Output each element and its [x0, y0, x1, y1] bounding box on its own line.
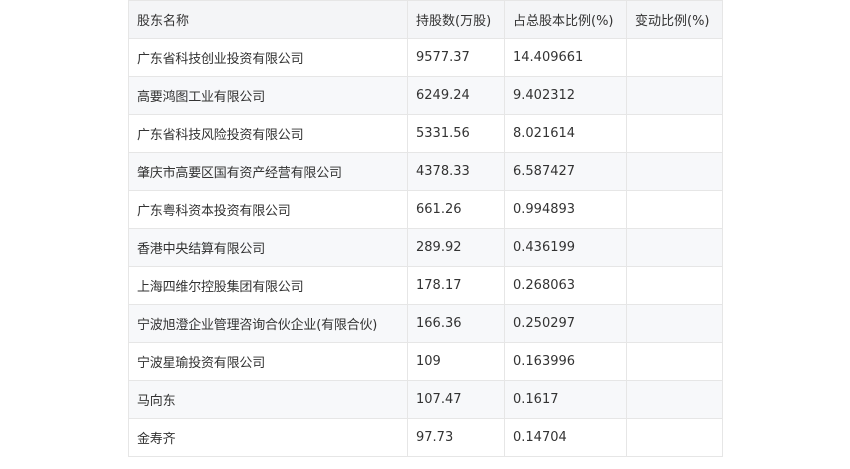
- table-row: 广东省科技创业投资有限公司 9577.37 14.409661: [128, 38, 723, 77]
- cell-share-ratio: 9.402312: [504, 76, 627, 115]
- cell-shareholder-name: 上海四维尔控股集团有限公司: [128, 266, 408, 305]
- cell-shares: 289.92: [407, 228, 505, 267]
- cell-share-ratio: 14.409661: [504, 38, 627, 77]
- cell-change-ratio: [626, 152, 723, 191]
- cell-share-ratio: 0.1617: [504, 380, 627, 419]
- header-share-ratio: 占总股本比例(%): [504, 0, 627, 39]
- header-shareholder-name: 股东名称: [128, 0, 408, 39]
- cell-shareholder-name: 广东省科技创业投资有限公司: [128, 38, 408, 77]
- header-change-ratio: 变动比例(%): [626, 0, 723, 39]
- cell-shares: 97.73: [407, 418, 505, 457]
- cell-shareholder-name: 马向东: [128, 380, 408, 419]
- cell-shares: 4378.33: [407, 152, 505, 191]
- table-row: 马向东 107.47 0.1617: [128, 380, 723, 419]
- cell-shareholder-name: 香港中央结算有限公司: [128, 228, 408, 267]
- cell-shareholder-name: 宁波星瑜投资有限公司: [128, 342, 408, 381]
- shareholder-table: 股东名称 持股数(万股) 占总股本比例(%) 变动比例(%) 广东省科技创业投资…: [128, 0, 723, 457]
- table-row: 宁波旭澄企业管理咨询合伙企业(有限合伙) 166.36 0.250297: [128, 304, 723, 343]
- cell-shares: 9577.37: [407, 38, 505, 77]
- header-row: 股东名称 持股数(万股) 占总股本比例(%) 变动比例(%): [128, 0, 723, 39]
- cell-change-ratio: [626, 266, 723, 305]
- cell-change-ratio: [626, 190, 723, 229]
- cell-share-ratio: 6.587427: [504, 152, 627, 191]
- cell-change-ratio: [626, 76, 723, 115]
- cell-share-ratio: 0.994893: [504, 190, 627, 229]
- cell-shareholder-name: 金寿齐: [128, 418, 408, 457]
- cell-shareholder-name: 肇庆市高要区国有资产经营有限公司: [128, 152, 408, 191]
- table-body: 广东省科技创业投资有限公司 9577.37 14.409661 高要鸿图工业有限…: [128, 38, 723, 457]
- cell-shareholder-name: 高要鸿图工业有限公司: [128, 76, 408, 115]
- cell-change-ratio: [626, 304, 723, 343]
- cell-change-ratio: [626, 228, 723, 267]
- cell-shares: 661.26: [407, 190, 505, 229]
- cell-share-ratio: 0.268063: [504, 266, 627, 305]
- table-row: 高要鸿图工业有限公司 6249.24 9.402312: [128, 76, 723, 115]
- cell-shareholder-name: 广东省科技风险投资有限公司: [128, 114, 408, 153]
- cell-shares: 107.47: [407, 380, 505, 419]
- cell-change-ratio: [626, 342, 723, 381]
- cell-share-ratio: 0.436199: [504, 228, 627, 267]
- table-header: 股东名称 持股数(万股) 占总股本比例(%) 变动比例(%): [128, 0, 723, 39]
- cell-share-ratio: 0.14704: [504, 418, 627, 457]
- table-row: 金寿齐 97.73 0.14704: [128, 418, 723, 457]
- table-row: 广东粤科资本投资有限公司 661.26 0.994893: [128, 190, 723, 229]
- cell-change-ratio: [626, 418, 723, 457]
- cell-shareholder-name: 广东粤科资本投资有限公司: [128, 190, 408, 229]
- cell-change-ratio: [626, 380, 723, 419]
- cell-shares: 109: [407, 342, 505, 381]
- table-row: 肇庆市高要区国有资产经营有限公司 4378.33 6.587427: [128, 152, 723, 191]
- table-row: 香港中央结算有限公司 289.92 0.436199: [128, 228, 723, 267]
- table-row: 宁波星瑜投资有限公司 109 0.163996: [128, 342, 723, 381]
- cell-shares: 166.36: [407, 304, 505, 343]
- cell-share-ratio: 0.163996: [504, 342, 627, 381]
- cell-share-ratio: 0.250297: [504, 304, 627, 343]
- table-row: 广东省科技风险投资有限公司 5331.56 8.021614: [128, 114, 723, 153]
- cell-change-ratio: [626, 38, 723, 77]
- cell-share-ratio: 8.021614: [504, 114, 627, 153]
- cell-shares: 5331.56: [407, 114, 505, 153]
- cell-shares: 178.17: [407, 266, 505, 305]
- cell-change-ratio: [626, 114, 723, 153]
- header-shares: 持股数(万股): [407, 0, 505, 39]
- cell-shares: 6249.24: [407, 76, 505, 115]
- cell-shareholder-name: 宁波旭澄企业管理咨询合伙企业(有限合伙): [128, 304, 408, 343]
- table-row: 上海四维尔控股集团有限公司 178.17 0.268063: [128, 266, 723, 305]
